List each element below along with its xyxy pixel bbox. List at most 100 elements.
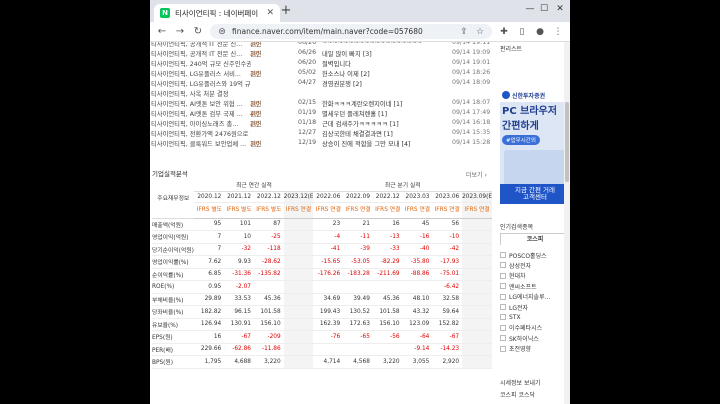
tab-kospi[interactable]: 코스피 [500,233,570,245]
profile-icon[interactable]: ● [534,27,546,37]
shinhan-ad-banner[interactable]: 신한투자증권 PC 브라우저 간편하게 #업무시간외 지금 간편 거래 고객센터 [500,88,570,204]
board-post-title[interactable]: ~~~~~~~~~~~~~~~~~~~~ [322,42,422,46]
address-bar[interactable]: ⊜ finance.naver.com/item/main.naver?code… [210,24,492,39]
news-title[interactable]: 티사이언티픽, 공개적 IT 전문 신... [151,42,251,48]
related-count[interactable]: 관련 3건 [250,99,262,108]
related-count[interactable]: 관련 2건 [250,119,262,128]
browser-tab[interactable]: N 티사이언티픽 : 네이버페이 증권 ✕ [154,4,280,22]
board-post-title[interactable]: 김상국한테 채결결과면 [1] [322,129,422,138]
stock-name[interactable]: 초전영향 [509,344,531,353]
news-title[interactable]: 티사이언티픽, LG유플러스와 19억 규모 공급계... [151,79,251,88]
stock-name[interactable]: 엔씨소프트 [509,282,537,291]
board-post-title[interactable]: 경영권분쟁 [2] [322,79,422,88]
list-item[interactable]: 엔씨소프트 [500,281,570,291]
board-post-title[interactable]: 별세우던 플레쳐렌홀 [1] [322,109,422,118]
table-cell: 34.69 [313,293,344,306]
list-item[interactable]: 삼성전자 [500,260,570,270]
table-cell: 45.36 [372,293,403,306]
board-post-title[interactable]: 한화ㅋㅋㅋ계란오렌지이네 [1] [322,99,422,108]
table-cell [283,230,314,244]
stock-name[interactable]: 현대차 [509,271,526,280]
list-item[interactable]: SK하이닉스 [500,333,570,343]
table-cell: -33 [372,243,403,256]
news-row[interactable]: 티사이언티픽, 공개적 IT 전문 신... 관련 3건 06/26 내일 많이 빠지… [150,49,494,59]
related-count[interactable]: 관련 4건 [250,109,262,118]
stock-name[interactable]: LG에너지솔루... [509,292,550,301]
news-row[interactable]: 티사이언티픽, AI엣톤 검부 국제 ... 관련 4건 01/19 별세우던 플레쳐… [150,109,494,119]
stock-name[interactable]: 이수페타시스 [509,323,542,332]
table-cell: -15.65 [313,255,344,269]
news-row[interactable]: 티사이언티픽, AI엣톤 보안 위협 ... 관련 3건 02/15 한화ㅋㅋㅋ계란오… [150,99,494,109]
table-cell: 59.64 [432,305,463,319]
menu-kebab-icon[interactable]: ⋮ [552,27,564,37]
news-title[interactable]: 티사이언티픽, 전환가액 2476원으로 하향 조정 [151,129,251,138]
ad-cta[interactable]: 지금 간편 거래 고객센터 [500,184,570,204]
table-cell [283,218,314,231]
recent-tab-kospi[interactable]: 코스피 [500,392,517,399]
related-count[interactable]: 관련 3건 [250,69,262,78]
new-tab-button[interactable]: + [278,3,294,18]
site-info-icon[interactable]: ⊜ [216,27,228,37]
list-item[interactable]: 현대차 [500,271,570,281]
column-header: 2022.12 [253,191,284,203]
news-row[interactable]: 티사이언티픽, 240억 규모 신주인수권 행사 06/20 절벽입니다 09/14 … [150,59,494,69]
stock-name[interactable]: POSCO홀딩스 [509,251,547,260]
news-title[interactable]: 티사이언티픽, AI엣톤 검부 국제 ... [151,109,251,118]
list-item[interactable]: 이수페타시스 [500,323,570,333]
related-count[interactable]: 관련 3건 [250,42,262,48]
news-title[interactable]: 티사이언티픽, 사옥 처분 결정 [151,89,251,98]
news-row[interactable]: 티사이언티픽, LG유플러스 서비... 관련 3건 05/02 헌소스나 이제 [2… [150,69,494,79]
news-title[interactable]: 티사이언티픽, 공개적 IT 전문 신... [151,49,251,58]
stock-name[interactable]: STX [509,314,521,321]
news-row[interactable]: 티사이언티픽, 전환가액 2476원으로 하향 조정 12/27 김상국한테 채결결… [150,129,494,139]
side-panel-icon[interactable]: ▯ [516,27,528,37]
back-icon[interactable]: ← [156,26,168,37]
recent-tab-kosdaq[interactable]: 코스닥 [518,392,535,399]
stock-name[interactable]: SK하이닉스 [509,334,539,343]
close-tab-icon[interactable]: ✕ [266,8,274,18]
list-item[interactable]: STX [500,312,570,322]
scrollbar[interactable] [564,42,570,404]
news-row[interactable]: 티사이언티픽, 공개적 IT 전문 신... 관련 3건 06/26 ~~~~~~~~… [150,42,494,49]
shinhan-logo-icon [502,91,510,99]
news-row[interactable]: 티사이언티픽, 클룩워드 보안업체 ... 관련 3건 12/19 상승이 진에 적합… [150,139,494,149]
board-post-title[interactable]: 상승이 진에 적합을 그만 모내 [4] [322,139,422,148]
list-item[interactable]: 초전영향 [500,344,570,354]
extensions-icon[interactable]: ✚ [498,27,510,37]
stock-name[interactable]: LG전자 [509,303,528,312]
table-cell: -67 [224,330,254,344]
table-cell: 95 [194,218,225,231]
related-count[interactable]: 관련 3건 [250,49,262,58]
stock-name[interactable]: 삼성전자 [509,261,531,270]
board-post-title[interactable]: 근데 검새주가ㅋㅋㅋㅋㅋ [1] [322,119,422,128]
table-cell: -32 [224,243,254,256]
close-window-icon[interactable]: ✕ [552,4,568,14]
news-row[interactable]: 티사이언티픽, 아이싱노래즈 총... 관련 2건 01/18 근데 검새주가ㅋㅋㅋㅋ… [150,119,494,129]
ifrs-label: IFRS 연결 [283,202,314,219]
news-date: 01/19 [298,109,317,116]
news-title[interactable]: 티사이언티픽, 아이싱노래즈 총... [151,119,251,128]
board-post-title[interactable]: 내일 많이 빠지 [3] [322,49,422,58]
ifrs-label: IFRS 연결 [313,202,344,219]
bookmark-star-icon[interactable]: ☆ [474,27,486,37]
scrollbar-thumb[interactable] [565,102,569,182]
news-title[interactable]: 티사이언티픽, AI엣톤 보안 위협 ... [151,99,251,108]
table-cell: 16 [194,330,225,344]
list-item[interactable]: POSCO홀딩스 [500,250,570,260]
news-row[interactable]: 티사이언티픽, LG유플러스와 19억 규모 공급계... 04/27 경영권분쟁 … [150,79,494,89]
list-item[interactable]: LG에너지솔루... [500,292,570,302]
news-title[interactable]: 티사이언티픽, 240억 규모 신주인수권 행사 [151,59,251,68]
news-title[interactable]: 티사이언티픽, 클룩워드 보안업체 ... [151,139,251,148]
share-icon[interactable]: ⇪ [458,27,470,37]
board-post-title[interactable]: 절벽입니다 [322,59,422,68]
list-item[interactable]: LG전자 [500,302,570,312]
board-post-title[interactable]: 헌소스나 이제 [2] [322,69,422,78]
column-header: 2023.06 [432,191,463,203]
forward-icon[interactable]: → [174,26,186,37]
news-title[interactable]: 티사이언티픽, LG유플러스 서비... [151,69,251,78]
news-date: 04/27 [298,79,317,86]
reload-icon[interactable]: ↻ [192,26,204,37]
related-count[interactable]: 관련 3건 [250,139,262,148]
news-row[interactable]: 티사이언티픽, 사옥 처분 결정 [150,89,494,99]
maximize-icon[interactable]: ☐ [536,4,552,14]
